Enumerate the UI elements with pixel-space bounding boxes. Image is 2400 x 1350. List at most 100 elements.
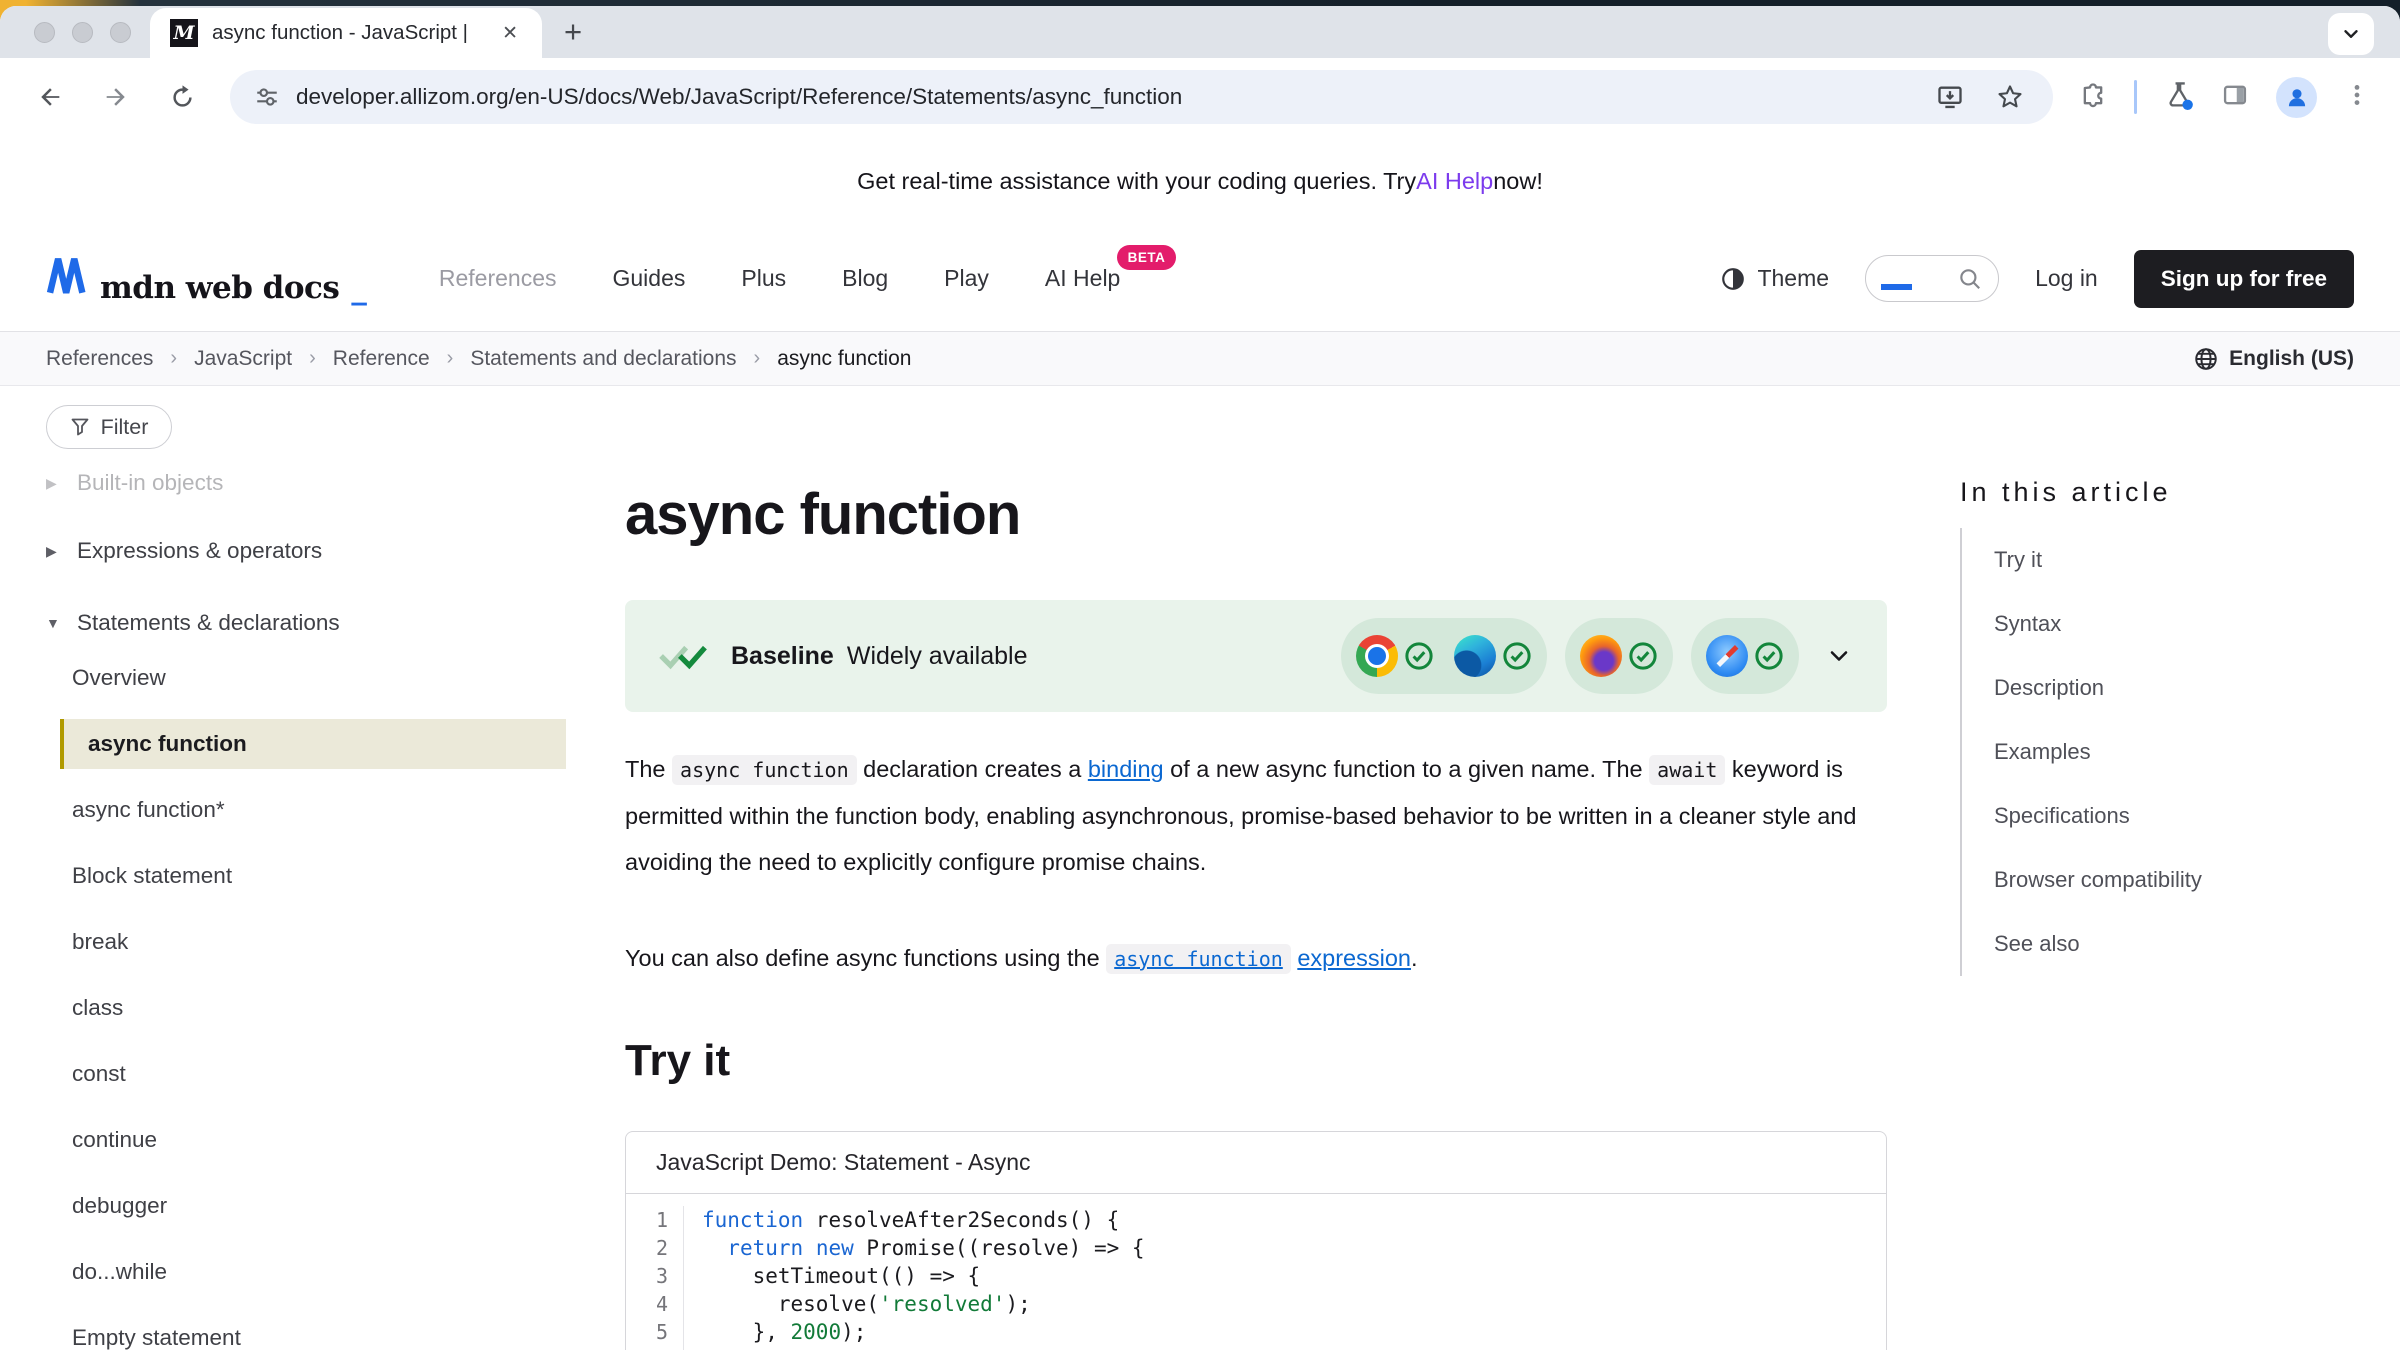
- toolbar-separator: [2134, 80, 2137, 114]
- safari-support-pill: [1691, 618, 1799, 694]
- address-bar[interactable]: developer.allizom.org/en-US/docs/Web/Jav…: [230, 70, 2053, 124]
- expression-paragraph: You can also define async functions usin…: [625, 935, 1887, 982]
- sidebar-item-do-while[interactable]: do...while: [46, 1239, 566, 1305]
- sidebar-section-built-in-objects[interactable]: ▶ Built-in objects: [46, 461, 566, 505]
- nav-blog[interactable]: Blog: [842, 265, 888, 292]
- sidebar-section-statements[interactable]: ▼ Statements & declarations: [46, 601, 566, 645]
- sidebar: Filter ▶ Built-in objects ▶ Expressions …: [46, 386, 566, 1350]
- nav-play[interactable]: Play: [944, 265, 989, 292]
- sidebar-item-empty-statement[interactable]: Empty statement: [46, 1305, 566, 1350]
- crumb-references[interactable]: References: [46, 347, 153, 371]
- code-line: 4 resolve('resolved');: [626, 1290, 1886, 1318]
- forward-button[interactable]: [96, 77, 136, 117]
- intro-text: declaration creates a: [857, 756, 1088, 782]
- ai-help-link[interactable]: AI Help: [1416, 168, 1493, 195]
- page-content: Filter ▶ Built-in objects ▶ Expressions …: [0, 386, 2400, 1350]
- collapsed-triangle-icon: ▶: [46, 475, 64, 492]
- intro-text: of a new async function to a given name.…: [1164, 756, 1650, 782]
- url-text[interactable]: developer.allizom.org/en-US/docs/Web/Jav…: [296, 84, 1909, 110]
- binding-link[interactable]: binding: [1088, 756, 1164, 782]
- crumb-javascript[interactable]: JavaScript: [194, 347, 292, 371]
- code-text: resolve('resolved');: [684, 1292, 1031, 1316]
- experiments-button[interactable]: [2164, 80, 2194, 115]
- nav-ai-help[interactable]: AI Help BETA: [1045, 265, 1120, 292]
- back-button[interactable]: [30, 77, 70, 117]
- mdn-logo[interactable]: mdn web docs _: [46, 252, 367, 306]
- notice-text-before: Get real-time assistance with your codin…: [857, 168, 1416, 195]
- notice-text-after: now!: [1493, 168, 1543, 195]
- locale-label: English (US): [2229, 347, 2354, 371]
- toc-item-syntax[interactable]: Syntax: [1962, 592, 2380, 656]
- side-panel-button[interactable]: [2221, 81, 2249, 114]
- filter-button[interactable]: Filter: [46, 405, 172, 449]
- sidebar-item-const[interactable]: const: [46, 1041, 566, 1107]
- code-text: setTimeout(() => {: [684, 1264, 980, 1288]
- sidebar-item-class[interactable]: class: [46, 975, 566, 1041]
- crumb-statements[interactable]: Statements and declarations: [470, 347, 736, 371]
- close-tab-icon[interactable]: ✕: [498, 20, 522, 47]
- signup-button[interactable]: Sign up for free: [2134, 250, 2354, 308]
- site-search[interactable]: [1865, 255, 1999, 302]
- line-number: 2: [626, 1234, 684, 1262]
- toc-item-examples[interactable]: Examples: [1962, 720, 2380, 784]
- toc-item-try-it[interactable]: Try it: [1962, 528, 2380, 592]
- chromium-support-pill: [1341, 618, 1547, 694]
- tab-search-button[interactable]: [2328, 13, 2374, 55]
- window-controls: [34, 6, 131, 58]
- star-icon: [1996, 83, 2024, 111]
- toc-item-browser-compatibility[interactable]: Browser compatibility: [1962, 848, 2380, 912]
- sidebar-section-label: Expressions & operators: [77, 538, 322, 564]
- sidebar-section-expressions[interactable]: ▶ Expressions & operators: [46, 529, 566, 573]
- maximize-window-button[interactable]: [110, 22, 131, 43]
- sidebar-item-continue[interactable]: continue: [46, 1107, 566, 1173]
- toc-item-description[interactable]: Description: [1962, 656, 2380, 720]
- header-actions: Theme Log in Sign up for free: [1720, 250, 2354, 308]
- code-editor[interactable]: 1 function resolveAfter2Seconds() { 2 re…: [626, 1194, 1886, 1350]
- baseline-expand-chevron-icon[interactable]: [1825, 642, 1853, 670]
- reload-button[interactable]: [162, 77, 202, 117]
- toc-item-see-also[interactable]: See also: [1962, 912, 2380, 976]
- browser-tab[interactable]: M async function - JavaScript | ✕: [150, 8, 542, 58]
- toc-item-specifications[interactable]: Specifications: [1962, 784, 2380, 848]
- sidebar-item-overview[interactable]: Overview: [46, 645, 566, 711]
- profile-avatar[interactable]: [2276, 77, 2317, 118]
- async-function-expression-code-link[interactable]: async function: [1106, 944, 1291, 974]
- edge-support: [1454, 635, 1532, 677]
- crumb-reference[interactable]: Reference: [333, 347, 430, 371]
- sidebar-item-async-function-star[interactable]: async function*: [46, 777, 566, 843]
- nav-plus[interactable]: Plus: [741, 265, 786, 292]
- theme-switcher[interactable]: Theme: [1720, 265, 1829, 292]
- close-window-button[interactable]: [34, 22, 55, 43]
- code-line: 2 return new Promise((resolve) => {: [626, 1234, 1886, 1262]
- extensions-button[interactable]: [2079, 81, 2107, 114]
- theme-icon: [1720, 266, 1746, 292]
- forward-arrow-icon: [102, 83, 130, 111]
- sidebar-item-async-function[interactable]: async function: [60, 719, 566, 769]
- code-line: 1 function resolveAfter2Seconds() {: [626, 1206, 1886, 1234]
- nav-references[interactable]: References: [439, 265, 557, 292]
- search-icon: [1957, 266, 1983, 292]
- new-tab-button[interactable]: +: [564, 6, 582, 58]
- login-link[interactable]: Log in: [2035, 265, 2098, 292]
- tryit-heading: Try it: [625, 1036, 1887, 1086]
- minimize-window-button[interactable]: [72, 22, 93, 43]
- site-settings-icon[interactable]: [254, 84, 280, 110]
- code-line: 5 }, 2000);: [626, 1318, 1886, 1346]
- baseline-banner[interactable]: Baseline Widely available: [625, 600, 1887, 712]
- toc-title: In this article: [1960, 477, 2380, 508]
- expression-text: You can also define async functions usin…: [625, 945, 1106, 971]
- funnel-icon: [70, 417, 90, 437]
- locale-switcher[interactable]: English (US): [2193, 346, 2354, 372]
- sidebar-item-debugger[interactable]: debugger: [46, 1173, 566, 1239]
- install-app-button[interactable]: [1931, 78, 1969, 116]
- bookmark-button[interactable]: [1991, 78, 2029, 116]
- expression-link[interactable]: expression: [1297, 945, 1411, 971]
- nav-guides[interactable]: Guides: [613, 265, 686, 292]
- tab-strip: M async function - JavaScript | ✕ +: [0, 6, 2400, 58]
- breadcrumb: References › JavaScript › Reference › St…: [0, 332, 2400, 386]
- sidebar-item-block-statement[interactable]: Block statement: [46, 843, 566, 909]
- browser-menu-button[interactable]: [2344, 82, 2370, 113]
- logo-text: mdn web docs: [100, 270, 339, 306]
- sidebar-item-break[interactable]: break: [46, 909, 566, 975]
- crumb-separator: ›: [170, 347, 177, 370]
